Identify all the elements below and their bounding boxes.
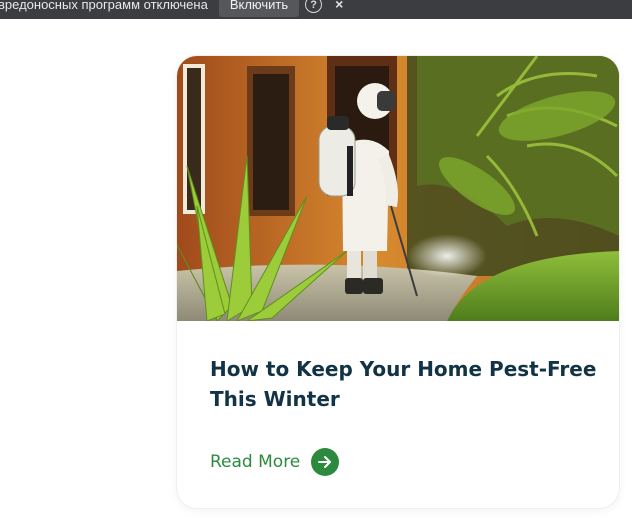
enable-button[interactable]: Включить [218, 0, 300, 17]
read-more-link[interactable]: Read More [210, 448, 340, 476]
read-more-label: Read More [210, 452, 301, 472]
notification-bar: вредоносных программ отключена Включить … [0, 0, 632, 19]
close-icon[interactable]: × [335, 0, 343, 12]
article-title[interactable]: How to Keep Your Home Pest-Free This Win… [210, 354, 600, 414]
notification-text: вредоносных программ отключена [0, 0, 208, 12]
article-image[interactable] [177, 56, 619, 321]
help-icon[interactable]: ? [305, 0, 323, 13]
blog-card[interactable]: How to Keep Your Home Pest-Free This Win… [177, 56, 619, 508]
arrow-right-icon[interactable] [311, 448, 340, 476]
